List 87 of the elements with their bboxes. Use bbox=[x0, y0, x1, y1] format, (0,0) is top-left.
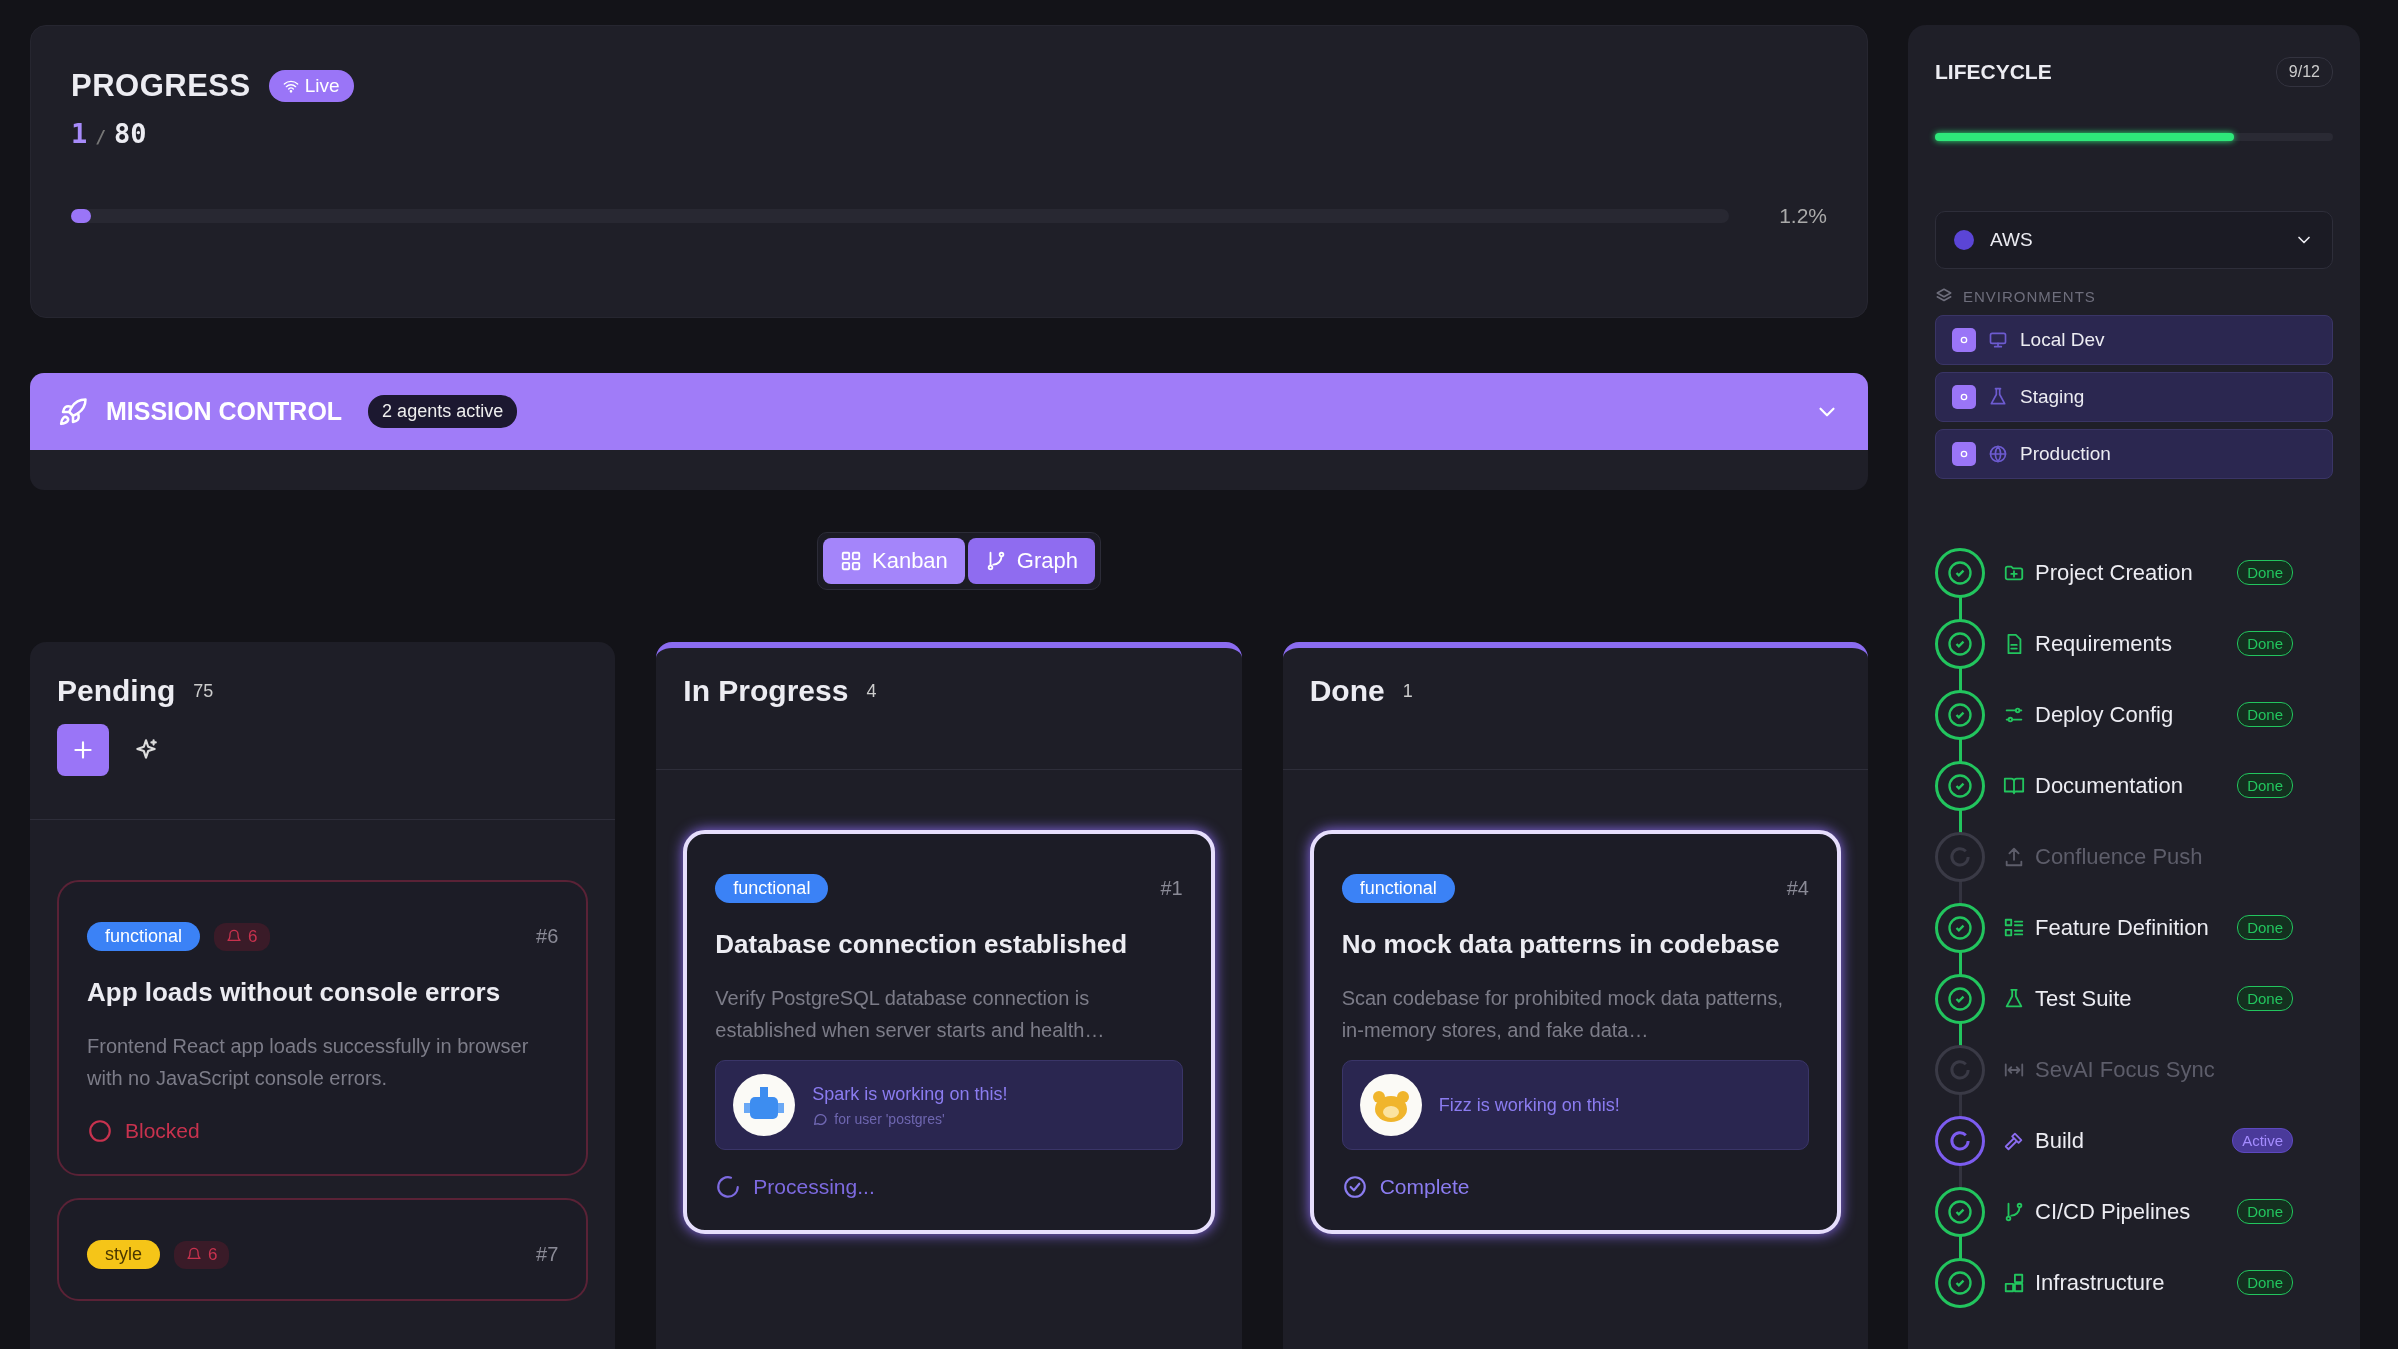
progress-percent: 1.2% bbox=[1779, 204, 1827, 228]
progress-title: PROGRESS bbox=[71, 68, 251, 104]
step-status-badge: Done bbox=[2237, 915, 2293, 940]
step-label: Build bbox=[2035, 1127, 2085, 1154]
agent-avatar-icon bbox=[732, 1073, 797, 1137]
environment-item[interactable]: Staging bbox=[1935, 372, 2333, 422]
agent-detail: for user 'postgres' bbox=[834, 1110, 945, 1127]
step-label: Feature Definition bbox=[2035, 914, 2210, 941]
step-label: Test Suite bbox=[2035, 985, 2133, 1012]
step-label: SevAI Focus Sync bbox=[2035, 1056, 2216, 1083]
step-status-badge: Done bbox=[2237, 1199, 2293, 1224]
column-count: 1 bbox=[1402, 680, 1413, 702]
blocker-badge: 6 bbox=[174, 1240, 230, 1269]
rocket-icon bbox=[58, 396, 88, 427]
task-card[interactable]: functional 6 #6 App loads without console errors Frontend React app loads successfully in browser with no JavaScript console errors. Blocked bbox=[57, 880, 589, 1176]
step-status-badge: Done bbox=[2237, 631, 2293, 656]
environment-item[interactable]: Production bbox=[1935, 429, 2333, 479]
mission-control-header[interactable]: MISSION CONTROL 2 agents active bbox=[30, 373, 1868, 450]
category-tag: functional bbox=[87, 922, 201, 951]
step-label: Documentation bbox=[2035, 772, 2184, 799]
task-number: #1 bbox=[1160, 877, 1183, 900]
step-status-badge: Done bbox=[2237, 986, 2293, 1011]
agent-message: Spark is working on this! bbox=[812, 1083, 1008, 1105]
agent-message: Fizz is working on this! bbox=[1438, 1094, 1620, 1116]
spinner-icon bbox=[715, 1174, 742, 1200]
mission-control-title: MISSION CONTROL bbox=[106, 397, 343, 426]
task-number: #4 bbox=[1786, 877, 1809, 900]
task-status: Blocked bbox=[125, 1119, 200, 1143]
task-title: No mock data patterns in codebase bbox=[1341, 929, 1781, 960]
grid-icon bbox=[840, 550, 862, 572]
task-description: Verify PostgreSQL database connection is established when server starts and health… bbox=[715, 986, 1106, 1043]
column-title: Done bbox=[1309, 674, 1385, 708]
globe-icon bbox=[1988, 444, 2008, 464]
task-number: #6 bbox=[536, 925, 559, 948]
task-title: Database connection established bbox=[715, 929, 1129, 960]
total-count: 80 bbox=[114, 118, 147, 149]
step-label: Project Creation bbox=[2035, 559, 2194, 586]
wifi-icon bbox=[282, 78, 299, 94]
blocker-badge: 6 bbox=[214, 922, 270, 951]
task-status: Processing... bbox=[753, 1175, 875, 1199]
blocks-icon bbox=[2003, 1271, 2025, 1294]
task-description: Scan codebase for prohibited mock data patterns, in-memory stores, and fake data… bbox=[1341, 986, 1785, 1043]
step-status-badge: Done bbox=[2237, 702, 2293, 727]
column-title: In Progress bbox=[683, 674, 849, 708]
step-label: Deploy Config bbox=[2035, 701, 2175, 728]
list-icon bbox=[2003, 916, 2025, 939]
environment-item[interactable]: Local Dev bbox=[1935, 315, 2333, 365]
lifecycle-title: LIFECYCLE bbox=[1935, 60, 2052, 84]
flask-icon bbox=[1988, 387, 2008, 407]
step-status-badge: Done bbox=[2237, 1270, 2293, 1295]
task-card[interactable]: functional #1 Database connection established Verify PostgreSQL database connection is established when server starts and health… Spark is working on this! for user 'postgres' Processing... bbox=[683, 830, 1215, 1234]
upload-icon bbox=[2003, 845, 2025, 868]
add-button[interactable] bbox=[57, 724, 109, 776]
agents-badge: 2 agents active bbox=[368, 395, 518, 428]
flask-icon bbox=[2003, 987, 2025, 1010]
step-status-badge: Done bbox=[2237, 560, 2293, 585]
count-separator: / bbox=[95, 126, 107, 147]
view-tab[interactable]: Graph bbox=[967, 538, 1095, 584]
step-label: Infrastructure bbox=[2035, 1269, 2166, 1296]
step-label: Requirements bbox=[2035, 630, 2173, 657]
column-title: Pending bbox=[57, 674, 176, 708]
task-card[interactable]: style 6 #7 bbox=[57, 1198, 589, 1301]
task-number: #7 bbox=[536, 1243, 559, 1266]
environments-heading: ENVIRONMENTS bbox=[1963, 287, 2096, 305]
done-count: 1 bbox=[71, 118, 88, 149]
step-status-badge: Done bbox=[2237, 773, 2293, 798]
live-badge: Live bbox=[268, 70, 354, 102]
category-tag: functional bbox=[1341, 874, 1455, 903]
category-tag: style bbox=[87, 1240, 160, 1269]
provider-dropdown[interactable]: AWS bbox=[1935, 211, 2333, 269]
step-label: Confluence Push bbox=[2035, 843, 2204, 870]
step-label: CI/CD Pipelines bbox=[2035, 1198, 2192, 1225]
task-title: App loads without console errors bbox=[87, 977, 502, 1008]
task-card[interactable]: functional #4 No mock data patterns in codebase Scan codebase for prohibited mock data patterns, in-memory stores, and fake data… Fizz is working on this! Complete bbox=[1309, 830, 1841, 1234]
provider-logo-icon bbox=[1954, 230, 1974, 250]
category-tag: functional bbox=[715, 874, 829, 903]
agent-avatar-icon bbox=[1358, 1073, 1423, 1137]
check-circle-icon bbox=[1341, 1174, 1368, 1200]
step-status-badge: Active bbox=[2232, 1128, 2293, 1153]
lifecycle-count: 9/12 bbox=[2275, 57, 2333, 87]
branch-icon bbox=[2003, 1200, 2025, 1223]
column-count: 75 bbox=[193, 680, 214, 702]
task-status: Complete bbox=[1379, 1175, 1470, 1199]
task-description: Frontend React app loads successfully in browser with no JavaScript console errors. bbox=[87, 1034, 530, 1091]
monitor-icon bbox=[1988, 330, 2008, 350]
column-count: 4 bbox=[866, 680, 877, 702]
blocked-icon bbox=[87, 1118, 113, 1144]
